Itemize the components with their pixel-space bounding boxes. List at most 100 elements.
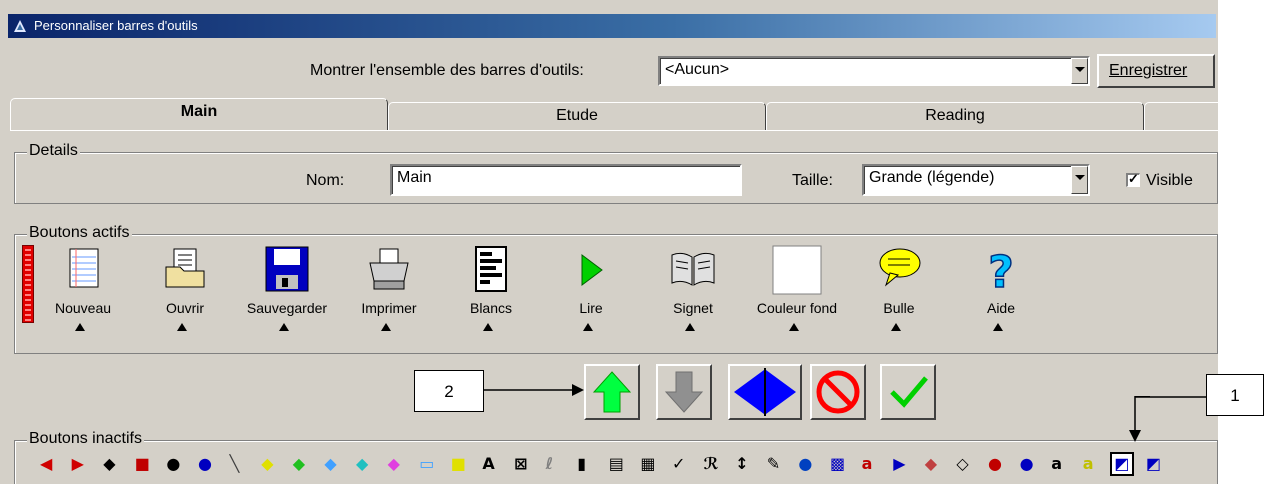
active-button-label: Sauvegarder [246,300,328,316]
active-button-bulle[interactable]: Bulle [854,245,944,335]
abc-circle2-icon[interactable]: ● [1018,454,1038,474]
highlighter-teal-icon[interactable]: ◆ [354,454,374,474]
tab-more[interactable] [1144,102,1218,130]
tab-bar: Main Etude Reading [10,98,1218,130]
tab-etude[interactable]: Etude [388,102,766,130]
size-dropdown[interactable]: Grande (légende) [862,164,1090,196]
highlighter-blue-icon[interactable]: ◆ [322,454,342,474]
audio-icon[interactable]: ◆ [101,454,121,474]
abc-circle-icon[interactable]: ● [986,454,1006,474]
chevron-down-icon[interactable] [1071,58,1088,84]
name-input[interactable]: Main [390,164,742,196]
link-icon[interactable]: ● [164,454,184,474]
color-link-icon[interactable]: ● [196,454,216,474]
globe-icon[interactable]: ● [796,454,816,474]
clear-glyph: ⊠ [514,454,528,473]
active-button-lire[interactable]: Lire [546,245,636,335]
highlighter-green-glyph: ◆ [292,454,306,473]
up-arrow-marker-icon [685,323,695,331]
pencil-icon[interactable]: ℓ [544,454,564,474]
toolbar-set-dropdown[interactable]: <Aucun> [658,56,1090,86]
pen-icon[interactable]: ╲ [228,454,248,474]
pen-glyph: ╲ [229,454,240,473]
up-arrow-marker-icon [177,323,187,331]
pencil-glyph: ℓ [545,454,554,473]
toolbar-handle[interactable] [22,245,34,323]
printer-icon [369,248,409,290]
highlighter-pink-glyph: ◆ [387,454,400,473]
svg-text:?: ? [988,247,1014,295]
move-down-button[interactable] [656,364,712,420]
wrench-glyph: ✎ [766,454,781,473]
toolbar-set-value: <Aucun> [665,61,730,78]
up-arrow-marker-icon [75,323,85,331]
tab-reading[interactable]: Reading [766,102,1144,130]
chevron-down-icon[interactable] [1071,166,1088,194]
remove-button[interactable] [810,364,866,420]
abc-stack-icon[interactable]: a [1049,454,1069,474]
save-button[interactable]: Enregistrer [1097,54,1215,88]
spell-check-icon[interactable]: ✓ [670,454,690,474]
active-button-label: Bulle [883,300,915,316]
up-arrow-marker-icon [891,323,901,331]
rewind-glyph: ◀ [40,454,53,473]
active-button-blancs[interactable]: Blancs [446,245,536,335]
active-button-sauvegarder[interactable]: Sauvegarder [242,245,332,335]
inactive-buttons-title: Boutons inactifs [27,430,144,448]
sort-icon[interactable]: ↕ [733,454,753,474]
highlighter-pink-icon[interactable]: ◆ [386,454,406,474]
eraser2-icon[interactable]: ◇ [954,454,974,474]
active-button-couleur-fond[interactable]: Couleur fond [752,245,842,335]
wrench-icon[interactable]: ✎ [765,454,785,474]
up-arrow-marker-icon [583,323,593,331]
highlighter-yellow-icon[interactable]: ◆ [259,454,279,474]
speech-bubble-icon [879,248,921,287]
background-color-icon [772,245,822,295]
columns-icon[interactable]: ▤ [607,454,627,474]
grid-icon[interactable]: ▦ [638,454,658,474]
up-arrow-marker-icon [483,323,493,331]
apply-button[interactable] [880,364,936,420]
background-icon[interactable]: ◩ [1110,452,1135,476]
toolbar-set-label: Montrer l'ensemble des barres d'outils: [310,62,584,79]
abc-color-icon[interactable]: a [1081,454,1101,474]
clear-icon[interactable]: ⊠ [512,454,532,474]
eraser-icon[interactable]: ◆ [923,454,943,474]
highlighter-teal-glyph: ◆ [356,454,369,473]
sort-glyph: ↕ [735,454,749,473]
active-button-label: Blancs [469,300,513,316]
trash-icon[interactable]: ▮ [575,454,595,474]
fast-forward-icon[interactable]: ▶ [70,454,90,474]
tab-main[interactable]: Main [10,98,388,130]
active-button-imprimer[interactable]: Imprimer [344,245,434,335]
floppy-disk-icon [265,246,309,292]
new-document-icon [69,248,99,288]
no-sign-icon [816,370,860,414]
green-check-icon [890,376,928,408]
search-icon[interactable]: ℛ [702,454,722,474]
help-icon: ? [987,246,1014,295]
abc-icon[interactable]: a [860,454,880,474]
title-bar[interactable]: Personnaliser barres d'outils [8,14,1216,38]
active-button-nouveau[interactable]: Nouveau [38,245,128,335]
active-button-aide[interactable]: ? Aide [956,245,1046,335]
background-red-icon[interactable]: ◩ [1144,454,1164,474]
text-icon[interactable]: A [480,454,500,474]
visible-checkbox[interactable]: ✓ [1126,171,1140,187]
note-glyph: ■ [450,454,466,473]
color-arrow-icon[interactable]: ▶ [891,454,911,474]
up-arrow-marker-icon [279,323,289,331]
size-value: Grande (légende) [869,169,995,186]
callout-one: 1 [1206,374,1264,416]
active-button-signet[interactable]: Signet [648,245,738,335]
abc-color-glyph: a [1082,454,1094,473]
active-button-ouvrir[interactable]: Ouvrir [140,245,230,335]
highlighter-green-icon[interactable]: ◆ [291,454,311,474]
separator-button[interactable] [728,364,802,420]
calculator-icon[interactable]: ▩ [828,454,848,474]
pause-icon[interactable]: ■ [133,454,153,474]
rectangle-icon[interactable]: ▭ [417,454,437,474]
move-up-button[interactable] [584,364,640,420]
rewind-icon[interactable]: ◀ [38,454,58,474]
note-icon[interactable]: ■ [449,454,469,474]
